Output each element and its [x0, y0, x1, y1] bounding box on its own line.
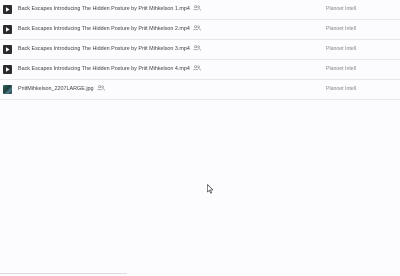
file-owner: Planoet Intell: [326, 46, 356, 52]
file-name: Back Escapes Introducing The Hidden Post…: [18, 64, 201, 74]
image-thumbnail-icon: [3, 85, 12, 94]
mouse-pointer-icon: [207, 181, 214, 194]
file-owner: Planoet Intell: [326, 66, 356, 72]
shared-people-icon: [96, 84, 105, 91]
video-play-icon: [3, 25, 12, 34]
file-row[interactable]: Back Escapes Introducing The Hidden Post…: [0, 60, 400, 80]
file-row[interactable]: PriitMihkelson_2207LARGE.jpg Planoet Int…: [0, 80, 400, 100]
shared-people-icon: [193, 64, 201, 71]
video-play-icon: [3, 65, 12, 74]
file-name: PriitMihkelson_2207LARGE.jpg: [18, 84, 105, 94]
file-owner: Planoet Intell: [326, 6, 356, 12]
file-row[interactable]: Back Escapes Introducing The Hidden Post…: [0, 0, 400, 20]
drive-file-list-view: Back Escapes Introducing The Hidden Post…: [0, 0, 400, 276]
file-list: Back Escapes Introducing The Hidden Post…: [0, 0, 400, 100]
video-play-icon: [3, 5, 12, 14]
shared-people-icon: [193, 44, 201, 51]
file-row[interactable]: Back Escapes Introducing The Hidden Post…: [0, 40, 400, 60]
file-owner: Planoet Intell: [326, 26, 356, 32]
video-play-icon: [3, 45, 12, 54]
file-name: Back Escapes Introducing The Hidden Post…: [18, 24, 201, 34]
shared-people-icon: [193, 4, 201, 11]
file-row[interactable]: Back Escapes Introducing The Hidden Post…: [0, 20, 400, 40]
file-owner: Planoet Intell: [326, 86, 356, 92]
file-name: Back Escapes Introducing The Hidden Post…: [18, 44, 201, 54]
shared-people-icon: [193, 24, 201, 31]
file-name: Back Escapes Introducing The Hidden Post…: [18, 4, 201, 14]
bottom-divider: [0, 273, 127, 274]
